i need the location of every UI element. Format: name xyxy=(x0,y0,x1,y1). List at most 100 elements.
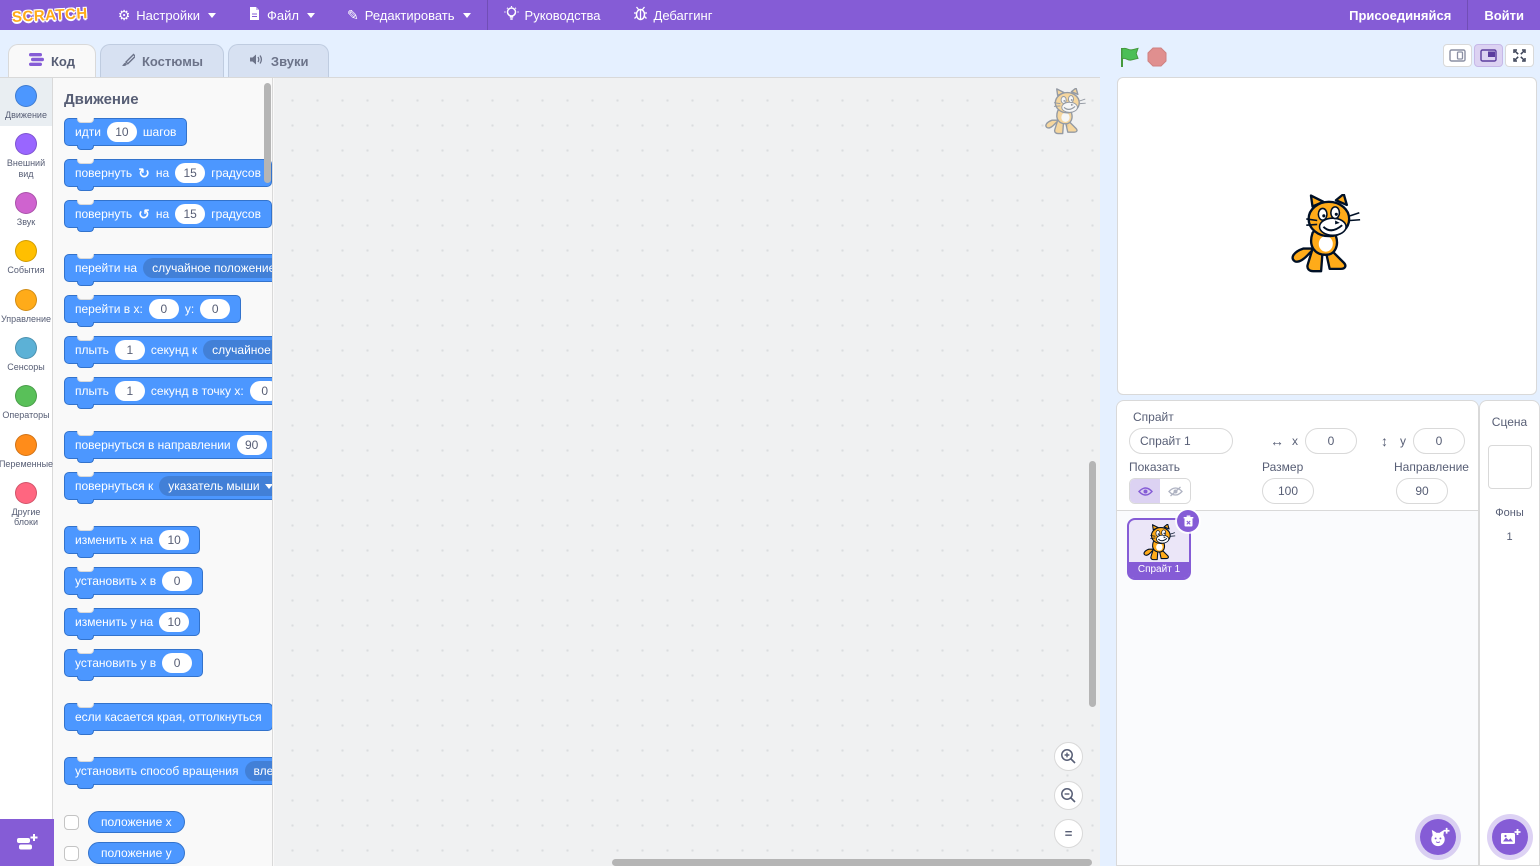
vertical-arrow-icon: ↕ xyxy=(1381,433,1388,449)
stage-selector-panel[interactable]: Сцена Фоны 1 xyxy=(1479,400,1540,866)
block-text: повернуть xyxy=(75,207,132,221)
block-bounce-edge[interactable]: если касается края, оттолкнуться xyxy=(64,703,273,731)
sprite-card-selected[interactable]: Спрайт 1 xyxy=(1127,518,1191,580)
file-menu[interactable]: Файл xyxy=(232,0,331,30)
sprite-direction-input[interactable]: 90 xyxy=(1396,478,1448,504)
small-stage-button[interactable] xyxy=(1443,44,1472,67)
y-position-checkbox[interactable] xyxy=(64,846,79,861)
block-number-input[interactable]: 90 xyxy=(237,435,267,455)
block-turn-left[interactable]: повернуть↺на15градусов xyxy=(64,200,272,228)
workspace-horizontal-scrollbar[interactable] xyxy=(612,859,1092,866)
sidebar-category-control[interactable]: Управление xyxy=(0,282,52,330)
sprite-y-input[interactable]: 0 xyxy=(1413,428,1465,454)
dropdown-value: случайное положение xyxy=(152,261,273,275)
workspace-vertical-scrollbar[interactable] xyxy=(1089,461,1096,707)
block-group: установить способ вращениявлево-вправо xyxy=(64,757,272,785)
sidebar-category-events[interactable]: События xyxy=(0,233,52,281)
tutorials-menu[interactable]: Руководства xyxy=(488,0,617,30)
dropdown-value: влево-вправо xyxy=(254,764,273,778)
show-sprite-button[interactable] xyxy=(1130,479,1160,503)
add-extension-button[interactable] xyxy=(0,819,54,866)
block-goto-xy[interactable]: перейти в x:0y:0 xyxy=(64,295,241,323)
block-point-towards[interactable]: повернуться к указатель мыши xyxy=(64,472,273,500)
settings-menu[interactable]: ⚙ Настройки xyxy=(102,0,232,30)
sidebar-category-motion[interactable]: Движение xyxy=(0,78,52,126)
block-number-input[interactable]: 10 xyxy=(159,612,189,632)
sidebar-category-sensing[interactable]: Сенсоры xyxy=(0,330,52,378)
fullscreen-button[interactable] xyxy=(1505,44,1534,67)
palette-scrollbar[interactable] xyxy=(264,83,271,183)
green-flag-button[interactable] xyxy=(1119,46,1140,73)
block-dropdown[interactable]: случайное положение xyxy=(203,340,273,360)
block-group: если касается края, оттолкнуться xyxy=(64,703,272,731)
block-goto-random[interactable]: перейти наслучайное положение xyxy=(64,254,273,282)
x-position-checkbox[interactable] xyxy=(64,815,79,830)
tab-code[interactable]: Код xyxy=(8,44,96,77)
block-turn-right[interactable]: повернуть↻на15градусов xyxy=(64,159,272,187)
stage-sprite-cat[interactable] xyxy=(1286,194,1364,275)
sidebar-category-variables[interactable]: Переменные xyxy=(0,427,52,475)
sprite-x-input[interactable]: 0 xyxy=(1305,428,1357,454)
sidebar-category-sound[interactable]: Звук xyxy=(0,185,52,233)
sprite-name-input[interactable] xyxy=(1129,428,1233,454)
stop-button[interactable] xyxy=(1147,47,1167,72)
zoom-in-button[interactable] xyxy=(1054,742,1083,771)
speaker-icon xyxy=(249,53,264,69)
block-set-rotation-style[interactable]: установить способ вращениявлево-вправо xyxy=(64,757,273,785)
zoom-reset-button[interactable]: = xyxy=(1054,819,1083,848)
block-number-input[interactable]: 1 xyxy=(115,381,145,401)
block-number-input[interactable]: 0 xyxy=(250,381,273,401)
block-number-input[interactable]: 10 xyxy=(107,122,137,142)
sidebar-category-operators[interactable]: Операторы xyxy=(0,378,52,426)
block-glide-to[interactable]: плыть1секунд кслучайное положение xyxy=(64,336,273,364)
block-number-input[interactable]: 0 xyxy=(162,653,192,673)
delete-sprite-button[interactable] xyxy=(1177,510,1199,532)
sidebar-category-looks[interactable]: Внешний вид xyxy=(0,126,52,185)
tab-sounds[interactable]: Звуки xyxy=(228,44,330,77)
block-number-input[interactable]: 15 xyxy=(175,204,205,224)
zoom-out-button[interactable] xyxy=(1054,781,1083,810)
chevron-down-icon xyxy=(208,13,216,18)
block-number-input[interactable]: 0 xyxy=(200,299,230,319)
join-link[interactable]: Присоединяйся xyxy=(1333,0,1467,30)
signin-link[interactable]: Войти xyxy=(1468,0,1540,30)
large-stage-button[interactable] xyxy=(1474,44,1503,67)
block-set-x[interactable]: установить x в0 xyxy=(64,567,203,595)
edit-menu[interactable]: ✎ Редактировать xyxy=(331,0,487,30)
y-label: y xyxy=(1400,434,1406,448)
sidebar-category-myblocks[interactable]: Другие блоки xyxy=(0,475,52,534)
block-text: повернуться к xyxy=(75,479,153,493)
block-dropdown[interactable]: указатель мыши xyxy=(159,476,273,496)
block-glide-xy[interactable]: плыть1секунд в точку x:0y:0 xyxy=(64,377,273,405)
add-sprite-button[interactable] xyxy=(1420,819,1456,855)
block-set-y[interactable]: установить y в0 xyxy=(64,649,203,677)
block-dropdown[interactable]: случайное положение xyxy=(143,258,273,278)
backdrops-count: 1 xyxy=(1506,531,1512,543)
backdrop-thumbnail[interactable] xyxy=(1488,445,1532,489)
block-number-input[interactable]: 1 xyxy=(115,340,145,360)
block-point-direction[interactable]: повернуться в направлении90 xyxy=(64,431,273,459)
block-y-position[interactable]: положение y xyxy=(88,842,185,864)
scratch-logo[interactable]: SCRATCH xyxy=(12,5,89,26)
extension-blocks-icon xyxy=(15,832,39,854)
stage[interactable] xyxy=(1117,77,1537,395)
hide-sprite-button[interactable] xyxy=(1160,479,1190,503)
category-label: Другие блоки xyxy=(2,507,50,528)
equals-icon: = xyxy=(1065,826,1073,841)
tab-costumes[interactable]: Костюмы xyxy=(100,44,224,77)
block-dropdown[interactable]: влево-вправо xyxy=(245,761,273,781)
debug-menu[interactable]: Дебаггинг xyxy=(617,0,729,30)
palette-row: положение x xyxy=(64,811,272,833)
block-number-input[interactable]: 10 xyxy=(159,530,189,550)
block-number-input[interactable]: 0 xyxy=(162,571,192,591)
block-number-input[interactable]: 0 xyxy=(149,299,179,319)
block-change-x[interactable]: изменить x на10 xyxy=(64,526,200,554)
block-change-y[interactable]: изменить y на10 xyxy=(64,608,200,636)
looks-category-dot xyxy=(15,133,37,155)
sprite-size-input[interactable]: 100 xyxy=(1262,478,1314,504)
block-x-position[interactable]: положение x xyxy=(88,811,185,833)
add-backdrop-button[interactable] xyxy=(1492,819,1528,855)
block-move-steps[interactable]: идти10шагов xyxy=(64,118,187,146)
block-number-input[interactable]: 15 xyxy=(175,163,205,183)
code-workspace[interactable]: = xyxy=(274,78,1100,866)
